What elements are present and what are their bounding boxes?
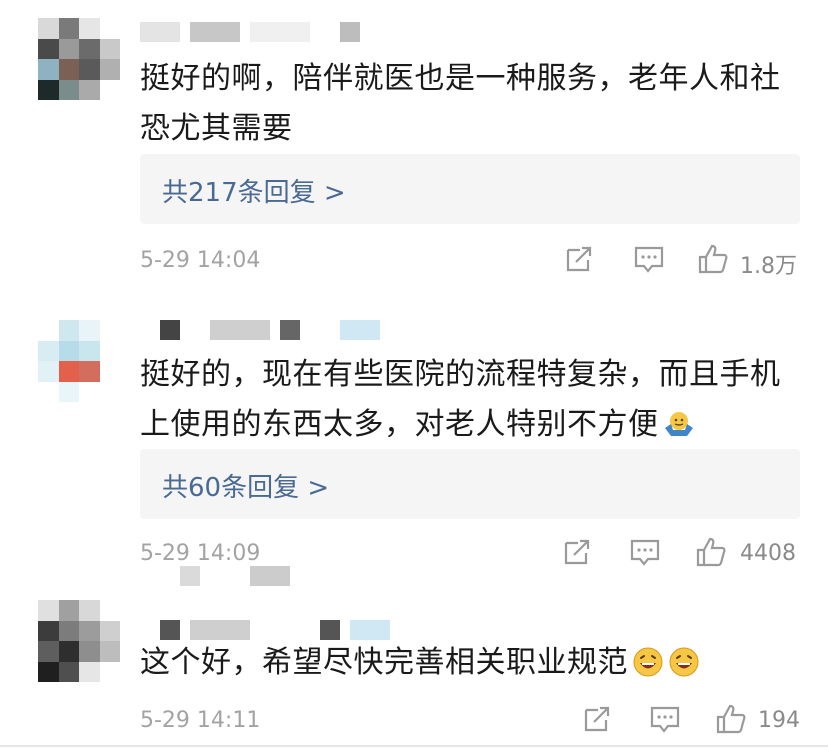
share-icon[interactable] [562, 242, 596, 276]
avatar[interactable] [38, 320, 120, 402]
thumbs-up-icon[interactable] [694, 535, 728, 569]
comment-icon[interactable] [632, 242, 666, 276]
timestamp: 5-29 14:04 [140, 248, 261, 273]
username[interactable] [140, 620, 390, 640]
like-count: 4408 [740, 541, 796, 566]
bottom-divider [0, 745, 828, 747]
comment-text: 这个好，希望尽快完善相关职业规范 [140, 638, 790, 688]
replies-link[interactable]: 共60条回复 > [140, 449, 800, 519]
like-count: 194 [758, 708, 800, 733]
comment-text: 挺好的，现在有些医院的流程特复杂，而且手机上使用的东西太多，对老人特别不方便 [140, 350, 790, 450]
shrug-emoji-icon [663, 406, 695, 438]
username[interactable] [140, 320, 380, 340]
username[interactable] [140, 22, 360, 42]
replies-label: 共60条回复 > [162, 473, 330, 503]
thumbs-up-icon[interactable] [696, 242, 730, 276]
comment-icon[interactable] [628, 535, 662, 569]
comment-icon[interactable] [648, 702, 682, 736]
comment-text-content: 这个好，希望尽快完善相关职业规范 [140, 645, 628, 680]
timestamp: 5-29 14:09 [140, 541, 261, 566]
share-icon[interactable] [580, 702, 614, 736]
replies-label: 共217条回复 > [162, 178, 346, 208]
share-icon[interactable] [560, 535, 594, 569]
comment-text: 挺好的啊，陪伴就医也是一种服务，老年人和社恐尤其需要 [140, 61, 781, 146]
timestamp: 5-29 14:11 [140, 708, 261, 733]
avatar[interactable] [38, 18, 120, 100]
avatar[interactable] [38, 600, 120, 682]
replies-link[interactable]: 共217条回复 > [140, 154, 800, 224]
comment-meta: 5-29 14:11 194 [140, 704, 800, 738]
next-comment-preview-blur [160, 566, 290, 586]
laughing-emoji-icon [668, 644, 700, 677]
thumbs-up-icon[interactable] [714, 702, 748, 736]
like-count: 1.8万 [740, 254, 797, 279]
laughing-emoji-icon [632, 644, 664, 677]
comment-meta: 5-29 14:04 1.8万 [140, 244, 800, 279]
